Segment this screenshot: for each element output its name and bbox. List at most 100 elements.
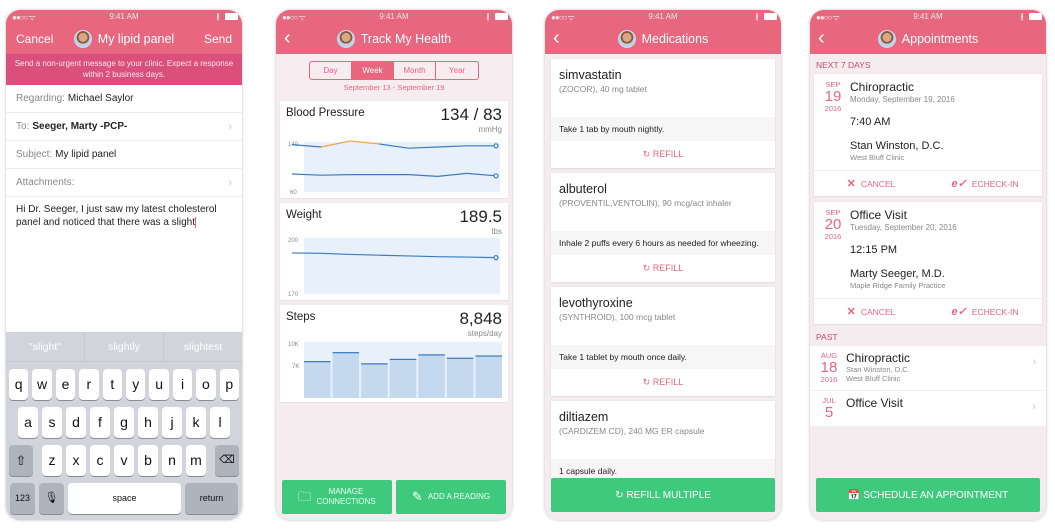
microphone-key[interactable]: 🎙 xyxy=(39,483,64,514)
page-title: Appointments xyxy=(901,32,979,46)
echeckin-button[interactable]: e✓ ECHECK-IN xyxy=(928,305,1042,318)
manage-connections-button[interactable]: 🗀 MANAGE CONNECTIONS xyxy=(282,480,392,514)
text-cursor xyxy=(195,216,197,228)
key-z[interactable]: z xyxy=(42,445,62,476)
avatar xyxy=(73,30,92,48)
keyboard-row: asdfghjkl xyxy=(6,407,242,438)
steps-bar xyxy=(304,361,331,398)
y-tick-label: 170 xyxy=(288,292,299,296)
regarding-field[interactable]: Regarding: Michael Saylor xyxy=(6,85,242,113)
card-value: 189.5 xyxy=(459,207,502,226)
subject-field[interactable]: Subject: My lipid panel xyxy=(6,141,242,169)
section-header-past: PAST xyxy=(816,332,838,342)
attachments-field[interactable]: Attachments: › xyxy=(6,169,242,197)
refresh-icon: ↻ xyxy=(642,377,653,387)
back-chevron-icon[interactable]: ‹ xyxy=(818,27,825,50)
tab-month[interactable]: Month xyxy=(394,62,436,79)
key-d[interactable]: d xyxy=(66,407,86,438)
key-h[interactable]: h xyxy=(138,407,158,438)
space-key[interactable]: space xyxy=(68,483,181,514)
date-year: 2016 xyxy=(820,375,838,384)
suggestion-item[interactable]: "slight" xyxy=(6,332,85,361)
subject-value: My lipid panel xyxy=(55,149,117,160)
key-u[interactable]: u xyxy=(149,369,169,400)
key-r[interactable]: r xyxy=(79,369,99,400)
key-e[interactable]: e xyxy=(55,369,76,400)
key-q[interactable]: q xyxy=(8,369,29,400)
refill-button[interactable]: ↻ REFILL xyxy=(551,255,775,282)
blood-pressure-card[interactable]: Blood Pressure 134 / 83 mmHg 140 60 xyxy=(280,101,508,198)
regarding-label: Regarding: xyxy=(16,93,65,104)
key-i[interactable]: i xyxy=(172,369,193,400)
key-m[interactable]: m xyxy=(186,445,206,476)
schedule-appointment-button[interactable]: 📅 SCHEDULE AN APPOINTMENT xyxy=(816,478,1040,512)
avatar xyxy=(617,30,636,48)
appointment-card[interactable]: SEP 19 2016 Chiropractic Monday, September 1… xyxy=(814,74,1042,196)
key-w[interactable]: w xyxy=(32,369,52,400)
cancel-button[interactable]: ✕ CANCEL xyxy=(814,305,928,318)
past-appointment-row[interactable]: AUG 18 2016 Chiropractic Stan Winston, D.C. W… xyxy=(810,346,1046,391)
key-k[interactable]: k xyxy=(186,407,206,438)
key-o[interactable]: o xyxy=(196,369,216,400)
past-appointment-row[interactable]: JUL 5 Office Visit › xyxy=(810,391,1046,427)
key-n[interactable]: n xyxy=(162,445,182,476)
key-j[interactable]: j xyxy=(162,407,182,438)
send-button[interactable]: Send xyxy=(204,32,232,46)
suggestion-item[interactable]: slightly xyxy=(85,332,164,361)
keyboard: "slight" slightly slightest qwertyuiop a… xyxy=(6,332,242,520)
steps-bar xyxy=(418,354,445,398)
to-field[interactable]: To: Seeger, Marty -PCP- › xyxy=(6,113,242,141)
echeckin-label: ECHECK-IN xyxy=(971,307,1019,317)
key-b[interactable]: b xyxy=(138,445,158,476)
diastolic-line-segment xyxy=(321,174,351,176)
numbers-key[interactable]: 123 xyxy=(10,483,35,514)
page-title: Medications xyxy=(641,32,709,46)
key-g[interactable]: g xyxy=(114,407,134,438)
back-chevron-icon[interactable]: ‹ xyxy=(284,27,291,50)
return-key[interactable]: return xyxy=(185,483,238,514)
steps-card[interactable]: Steps 8,848 steps/day 10K 7K xyxy=(280,305,508,402)
cancel-button[interactable]: Cancel xyxy=(16,32,53,46)
tab-year[interactable]: Year xyxy=(436,62,478,79)
keyboard-row: qwertyuiop xyxy=(6,369,242,400)
key-v[interactable]: v xyxy=(114,445,134,476)
status-time: 9:41 AM xyxy=(109,12,139,21)
refill-button[interactable]: ↻ REFILL xyxy=(551,369,775,396)
refill-button[interactable]: ↻ REFILL xyxy=(551,141,775,168)
card-value: 134 / 83 xyxy=(440,105,502,124)
echeckin-button[interactable]: e✓ ECHECK-IN xyxy=(928,177,1042,190)
add-reading-button[interactable]: ✎ ADD A READING xyxy=(396,480,506,514)
delete-key[interactable]: ⌫ xyxy=(215,445,239,476)
battery-icon xyxy=(1029,13,1042,20)
key-l[interactable]: l xyxy=(210,407,230,438)
cancel-button[interactable]: ✕ CANCEL xyxy=(814,177,928,190)
date-year: 2016 xyxy=(824,232,842,241)
key-p[interactable]: p xyxy=(219,369,240,400)
key-f[interactable]: f xyxy=(90,407,110,438)
chevron-right-icon: › xyxy=(228,120,232,133)
back-chevron-icon[interactable]: ‹ xyxy=(553,27,560,50)
key-s[interactable]: s xyxy=(42,407,62,438)
message-body-input[interactable]: Hi Dr. Seeger, I just saw my latest chol… xyxy=(6,197,242,343)
key-c[interactable]: c xyxy=(90,445,110,476)
shift-key[interactable]: ⇧ xyxy=(9,445,33,476)
medication-instructions: Take 1 tab by mouth nightly. xyxy=(551,117,775,141)
tab-day[interactable]: Day xyxy=(310,62,352,79)
tab-week[interactable]: Week xyxy=(352,62,394,79)
y-tick-label: 200 xyxy=(288,238,299,244)
refresh-icon: ↻ xyxy=(615,489,624,501)
appointment-date-badge: JUL 5 xyxy=(816,396,842,420)
button-label: SCHEDULE AN APPOINTMENT xyxy=(863,489,1009,501)
key-a[interactable]: a xyxy=(18,407,38,438)
suggestion-item[interactable]: slightest xyxy=(164,332,242,361)
steps-bar xyxy=(389,358,417,398)
appointment-clinic: West Bluff Clinic xyxy=(846,374,901,383)
appointment-card[interactable]: SEP 20 2016 Office Visit Tuesday, September … xyxy=(814,202,1042,324)
button-label: MANAGE CONNECTIONS xyxy=(316,487,376,506)
key-x[interactable]: x xyxy=(66,445,86,476)
weight-card[interactable]: Weight 189.5 lbs 200 170 xyxy=(280,203,508,300)
key-t[interactable]: t xyxy=(102,369,122,400)
key-y[interactable]: y xyxy=(126,369,146,400)
refill-multiple-button[interactable]: ↻ REFILL MULTIPLE xyxy=(551,478,775,512)
folder-sync-icon: 🗀 xyxy=(297,489,311,504)
